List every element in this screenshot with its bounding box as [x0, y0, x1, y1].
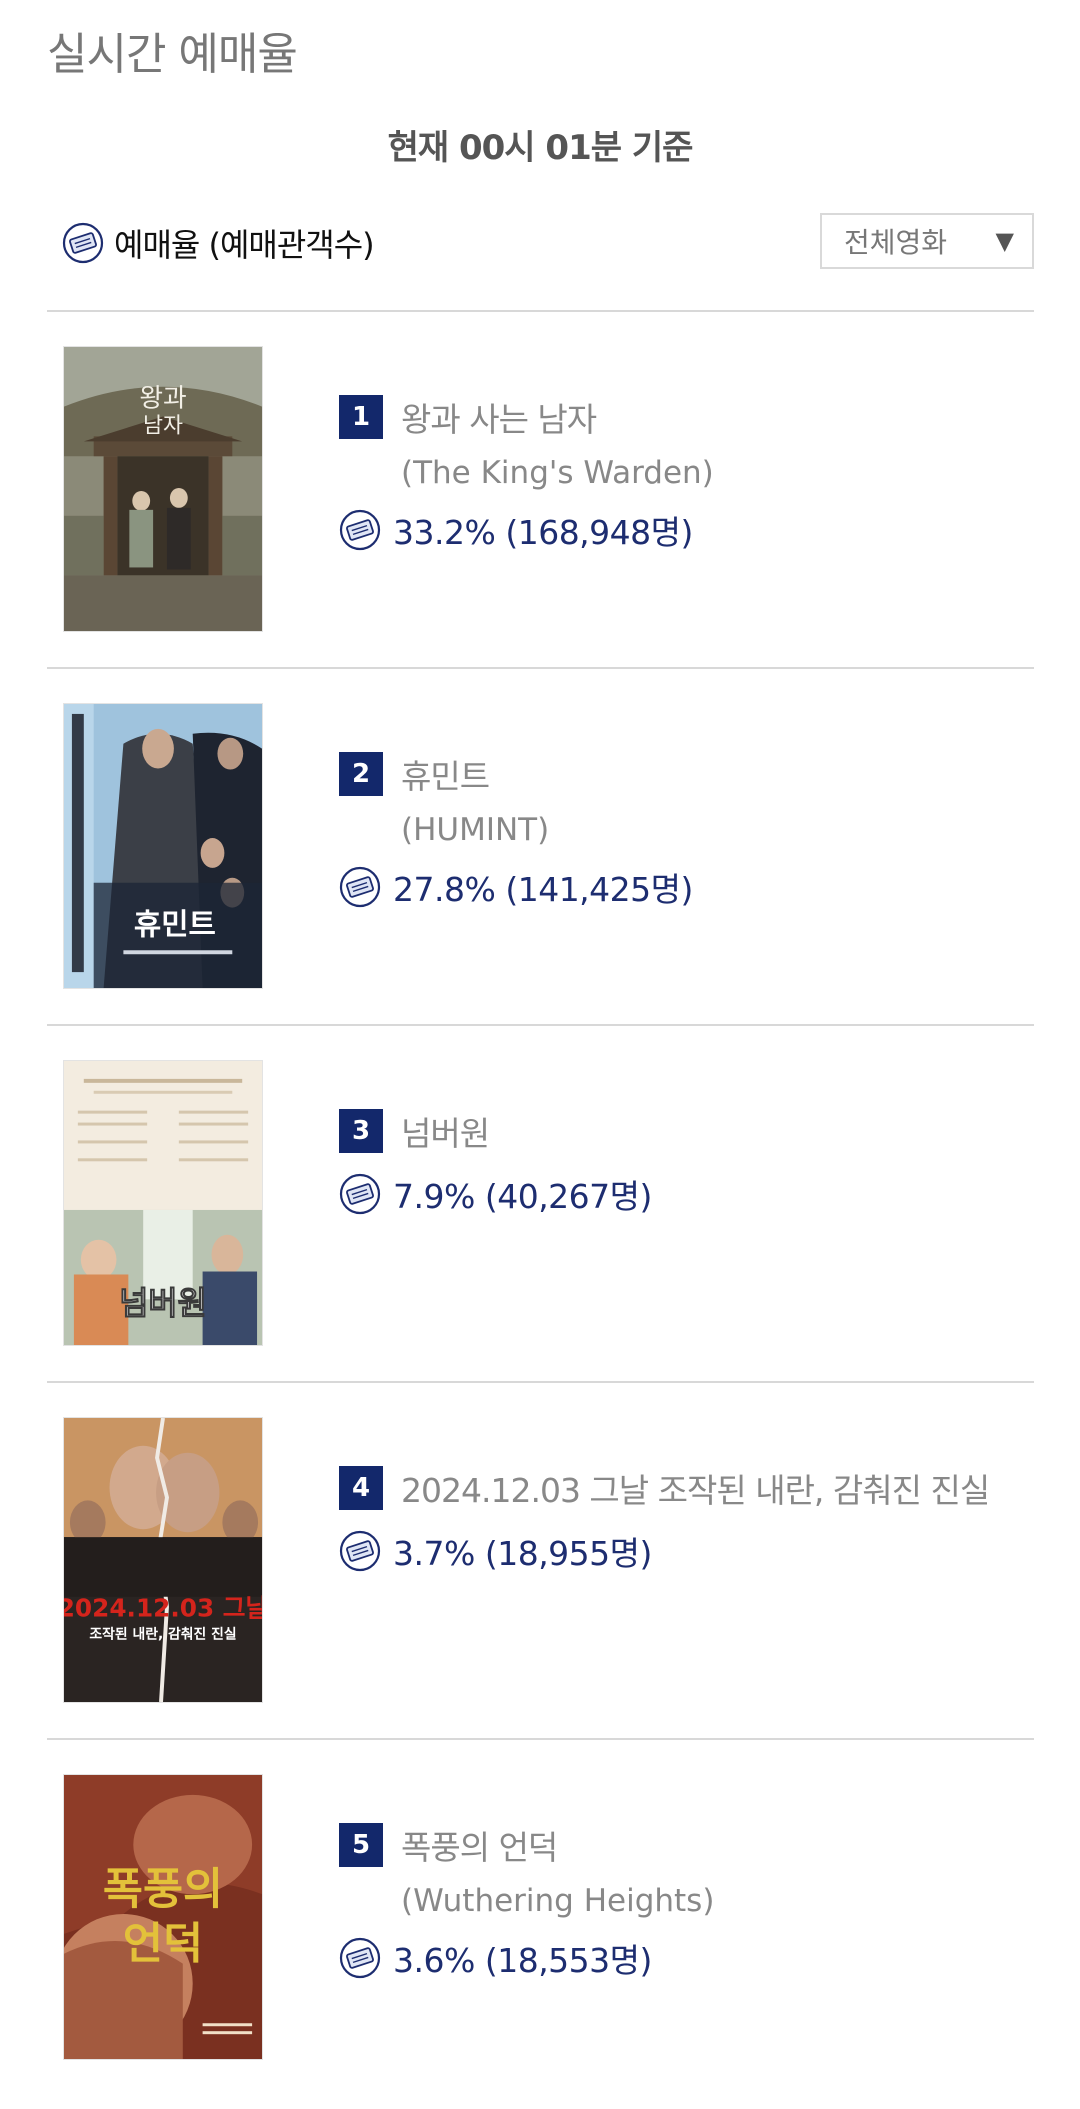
movie-poster-3[interactable]: 넘버원: [63, 1060, 263, 1346]
reservation-rate: 33.2% (168,948명): [393, 513, 693, 552]
svg-text:언덕: 언덕: [123, 1919, 203, 1970]
rank-badge: 1: [339, 395, 383, 439]
movie-item-5: 폭풍의 언덕 5 폭풍의 언덕 (Wuthering Heights) 3.6%…: [47, 1740, 1034, 2096]
svg-text:휴민트: 휴민트: [134, 907, 216, 942]
svg-text:2024.12.03 그날: 2024.12.03 그날: [64, 1594, 262, 1623]
movie-title[interactable]: 폭풍의 언덕: [401, 1821, 558, 1869]
rank-badge: 4: [339, 1466, 383, 1510]
rank-badge: 5: [339, 1823, 383, 1867]
movie-info-4: 4 2024.12.03 그날 조작된 내란, 감춰진 진실 3.7% (18,…: [339, 1463, 1029, 1579]
ticket-icon: [339, 509, 381, 551]
ticket-icon: [62, 222, 104, 264]
ticket-icon: [339, 1173, 381, 1215]
movie-poster-2[interactable]: 휴민트: [63, 703, 263, 989]
movie-title[interactable]: 넘버원: [401, 1107, 490, 1155]
movie-title[interactable]: 왕과 사는 남자: [401, 393, 597, 441]
movie-info-3: 3 넘버원 7.9% (40,267명): [339, 1106, 1029, 1222]
legend-label: 예매율 (예매관객수): [114, 226, 375, 264]
movie-title[interactable]: 휴민트: [401, 750, 490, 798]
movie-poster-5[interactable]: 폭풍의 언덕: [63, 1774, 263, 2060]
svg-text:남자: 남자: [143, 413, 183, 438]
ticket-icon: [339, 1937, 381, 1979]
movie-title-en: (HUMINT): [401, 812, 550, 848]
movie-item-1: 왕과 남자 1 왕과 사는 남자 (The King's Warden) 33.…: [47, 312, 1034, 668]
timestamp-basis: 현재 00시 01분 기준: [387, 128, 694, 168]
rank-badge: 3: [339, 1109, 383, 1153]
reservation-rate: 27.8% (141,425명): [393, 870, 693, 909]
movie-poster-1[interactable]: 왕과 남자: [63, 346, 263, 632]
movie-item-2: 휴민트 2 휴민트 (HUMINT) 27.8% (141,425명): [47, 669, 1034, 1025]
dropdown-arrow-icon: ▼: [995, 227, 1014, 255]
movie-info-5: 5 폭풍의 언덕 (Wuthering Heights) 3.6% (18,55…: [339, 1820, 1029, 1986]
ticket-icon: [339, 866, 381, 908]
movie-title-en: (The King's Warden): [401, 455, 714, 491]
svg-text:왕과: 왕과: [139, 384, 186, 414]
movie-item-4: 2024.12.03 그날 조작된 내란, 감춰진 진실 4 2024.12.0…: [47, 1383, 1034, 1739]
movie-info-2: 2 휴민트 (HUMINT) 27.8% (141,425명): [339, 749, 1029, 915]
legend: 예매율 (예매관객수): [62, 218, 375, 268]
movie-title-en: (Wuthering Heights): [401, 1883, 715, 1919]
reservation-rate: 7.9% (40,267명): [393, 1177, 652, 1216]
movie-title[interactable]: 2024.12.03 그날 조작된 내란, 감춰진 진실: [401, 1464, 990, 1512]
page-title: 실시간 예매율: [47, 29, 298, 80]
svg-text:폭풍의: 폭풍의: [103, 1864, 223, 1915]
ticket-icon: [339, 1530, 381, 1572]
filter-selected-value: 전체영화: [844, 226, 948, 259]
reservation-rate: 3.6% (18,553명): [393, 1941, 652, 1980]
movie-info-1: 1 왕과 사는 남자 (The King's Warden) 33.2% (16…: [339, 392, 1029, 558]
svg-text:조작된 내란, 감춰진 진실: 조작된 내란, 감춰진 진실: [89, 1625, 236, 1642]
svg-text:넘버원: 넘버원: [119, 1286, 206, 1322]
rank-badge: 2: [339, 752, 383, 796]
movie-item-3: 넘버원 3 넘버원 7.9% (40,267명): [47, 1026, 1034, 1382]
movie-poster-4[interactable]: 2024.12.03 그날 조작된 내란, 감춰진 진실: [63, 1417, 263, 1703]
movie-filter-select[interactable]: 전체영화 ▼: [820, 213, 1034, 269]
reservation-rate: 3.7% (18,955명): [393, 1534, 652, 1573]
